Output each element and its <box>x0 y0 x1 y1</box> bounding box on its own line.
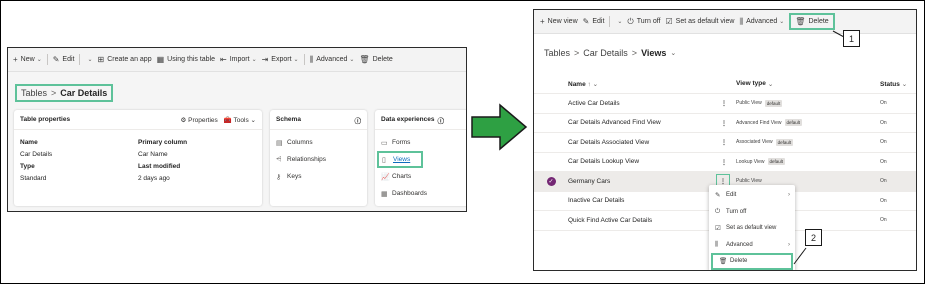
callout-2: 2 <box>805 229 822 246</box>
callout-1: 1 <box>843 30 860 47</box>
callout-leaders <box>793 30 845 265</box>
callout-2-leader <box>793 247 807 265</box>
